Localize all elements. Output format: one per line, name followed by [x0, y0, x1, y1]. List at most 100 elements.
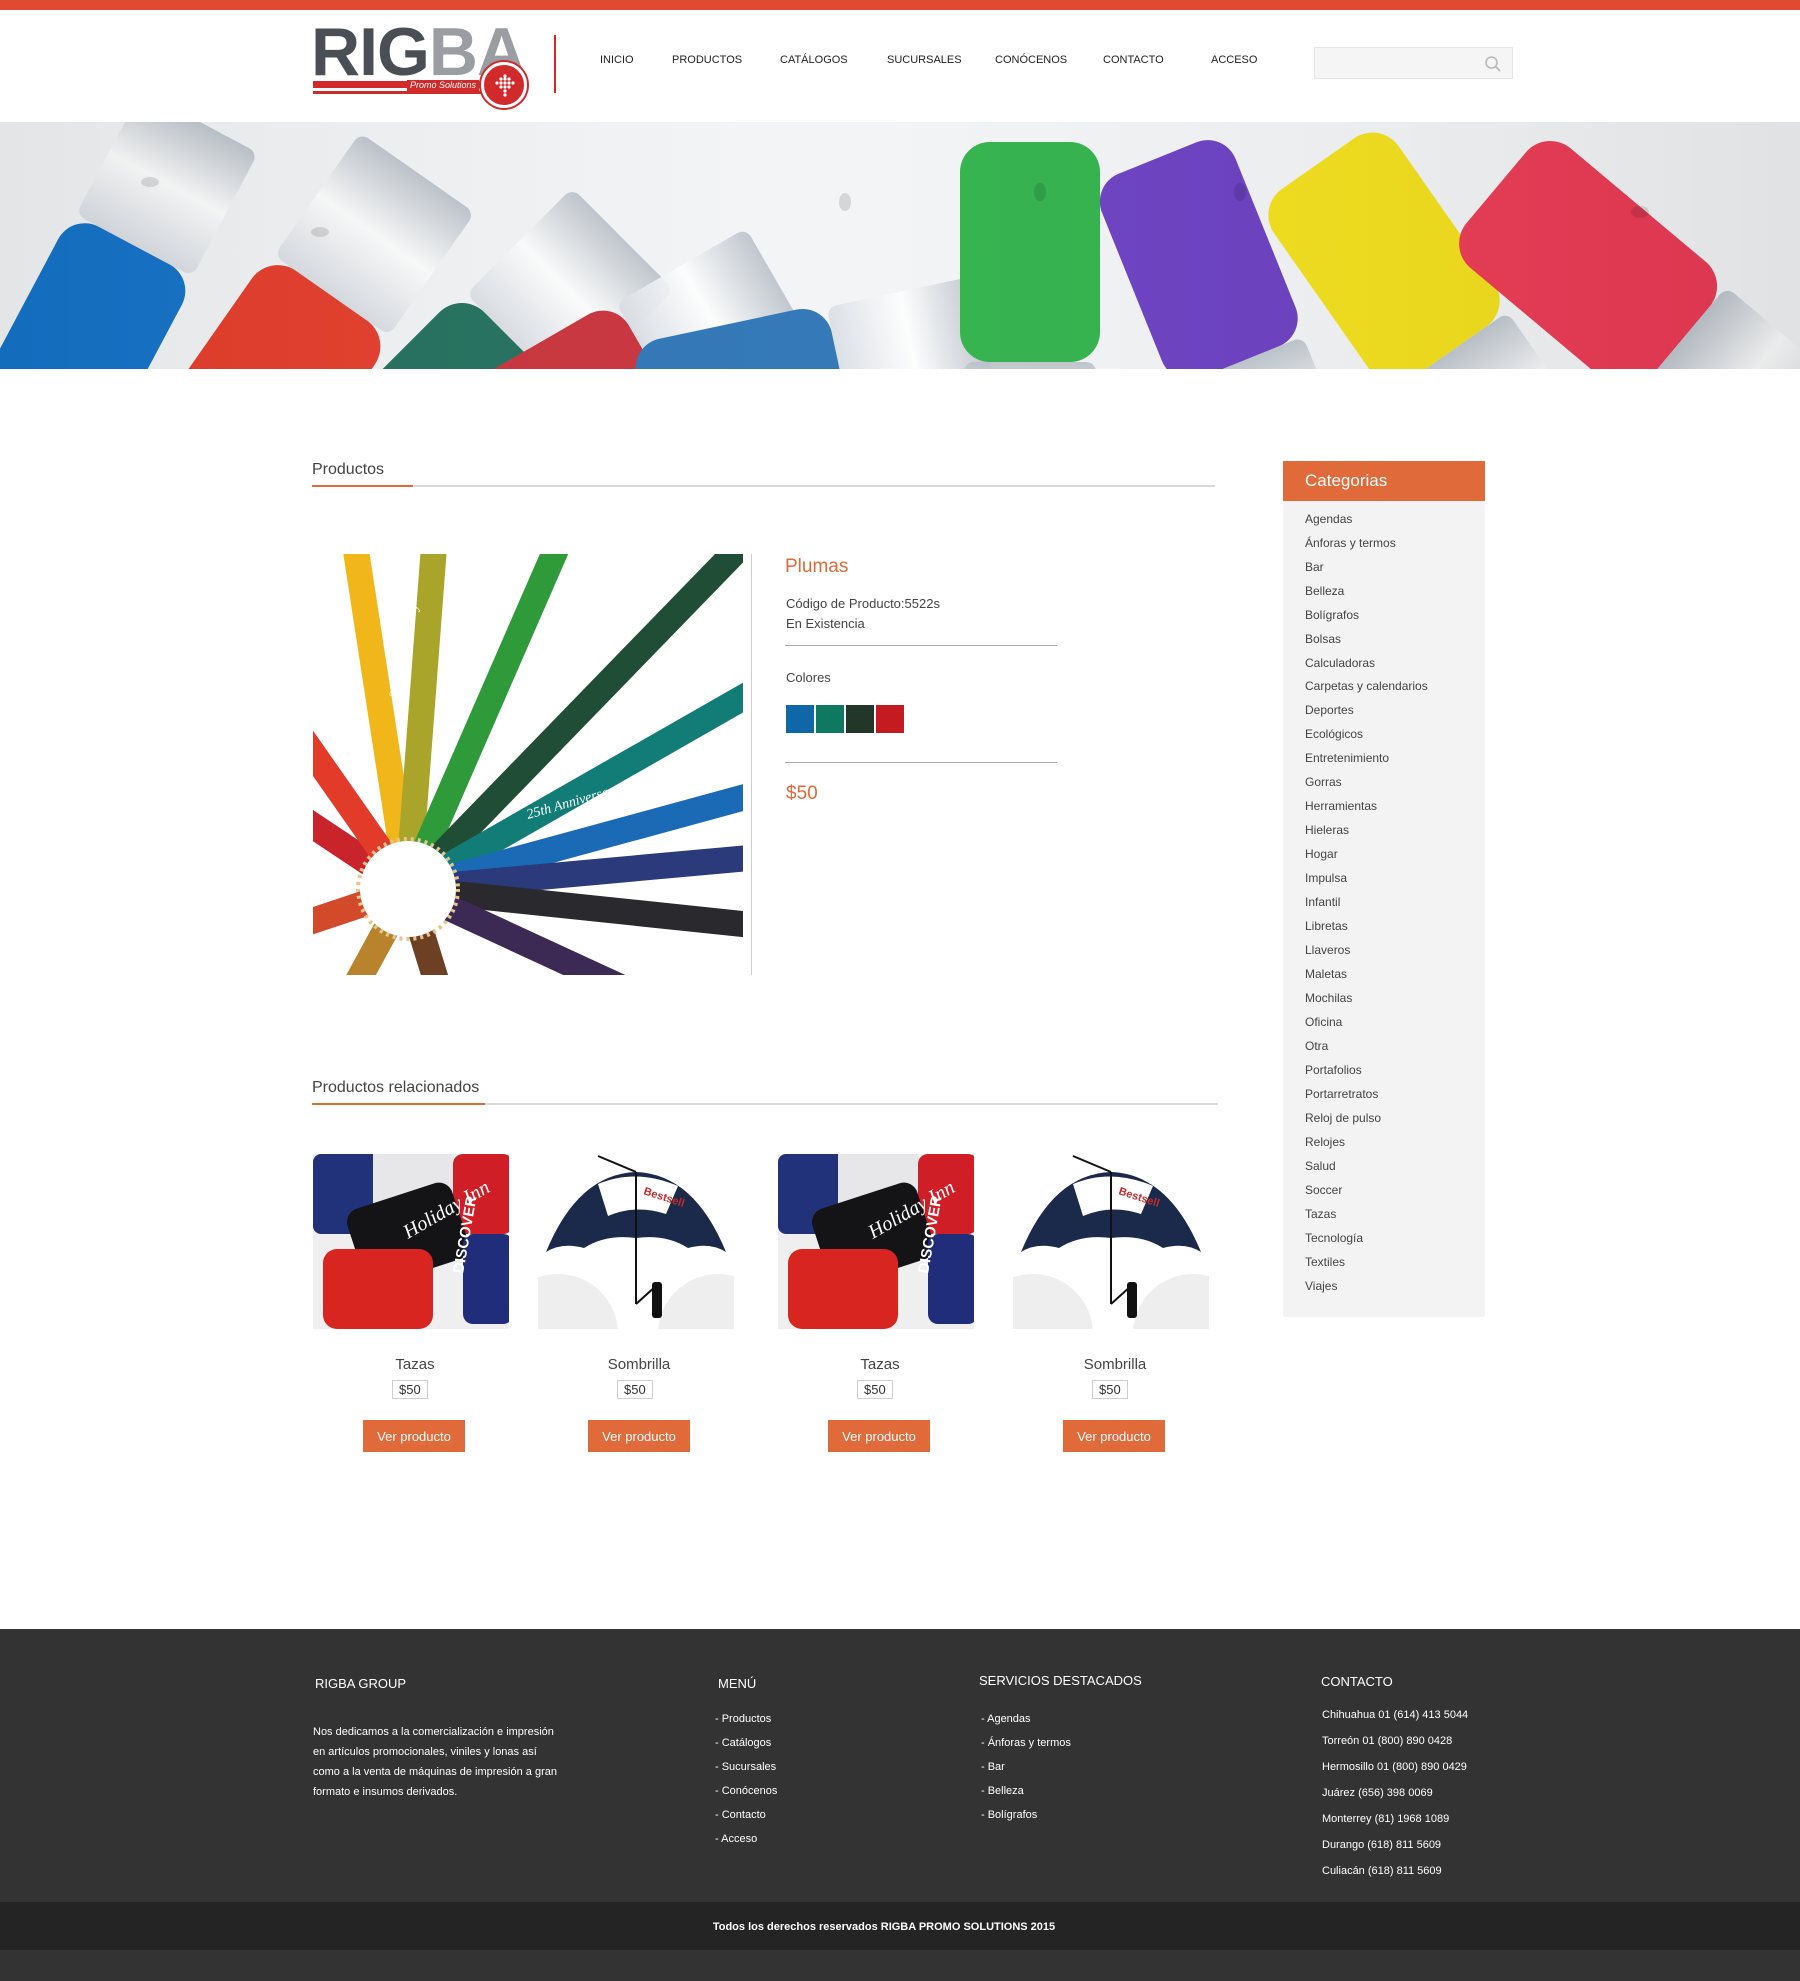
- category-link[interactable]: Bolsas: [1305, 632, 1341, 646]
- related-product-image[interactable]: Bestsell: [538, 1154, 734, 1329]
- product-divider: [751, 554, 752, 975]
- category-link[interactable]: Bolígrafos: [1305, 608, 1359, 622]
- logo-seal-icon: [481, 62, 527, 108]
- footer-menu-link[interactable]: - Sucursales: [715, 1761, 776, 1773]
- section-title-related: Productos relacionados: [312, 1079, 480, 1096]
- section-title-productos: Productos: [312, 461, 385, 478]
- search-icon[interactable]: [1484, 55, 1502, 73]
- category-link[interactable]: Tecnología: [1305, 1231, 1363, 1245]
- colors-label: Colores: [786, 670, 831, 685]
- category-link[interactable]: Otra: [1305, 1039, 1328, 1053]
- category-link[interactable]: Agendas: [1305, 512, 1352, 526]
- footer-service-link[interactable]: - Agendas: [981, 1713, 1031, 1725]
- related-product-name: Sombrilla: [1083, 1356, 1147, 1373]
- category-link[interactable]: Hogar: [1305, 847, 1338, 861]
- footer-service-link[interactable]: - Ánforas y termos: [981, 1737, 1071, 1749]
- nav-productos[interactable]: PRODUCTOS: [672, 54, 742, 66]
- footer-contact-phone: Torreón 01 (800) 890 0428: [1322, 1735, 1453, 1747]
- category-link[interactable]: Herramientas: [1305, 799, 1377, 813]
- footer-service-link[interactable]: - Bar: [981, 1761, 1005, 1773]
- view-product-button[interactable]: Ver producto: [588, 1420, 690, 1452]
- related-product-price: $50: [1092, 1380, 1128, 1399]
- related-product-name: Tazas: [395, 1356, 435, 1373]
- category-link[interactable]: Deportes: [1305, 703, 1354, 717]
- footer-contact-phone: Durango (618) 811 5609: [1322, 1839, 1442, 1851]
- category-link[interactable]: Viajes: [1305, 1279, 1337, 1293]
- footer-contact-phone: Monterrey (81) 1968 1089: [1322, 1813, 1450, 1825]
- related-product-name: Sombrilla: [607, 1356, 671, 1373]
- footer-about-title: RIGBA GROUP: [315, 1676, 407, 1691]
- footer-about-text: Nos dedicamos a la comercialización e im…: [313, 1726, 554, 1738]
- color-swatch-red[interactable]: [876, 705, 904, 733]
- category-link[interactable]: Relojes: [1305, 1135, 1345, 1149]
- footer-menu-link[interactable]: - Productos: [715, 1713, 771, 1725]
- category-link[interactable]: Textiles: [1305, 1255, 1345, 1269]
- product-image: 25th Anniversary 25th Anniversary: [313, 554, 743, 975]
- footer-service-link[interactable]: - Belleza: [981, 1785, 1024, 1797]
- category-link[interactable]: Portarretratos: [1305, 1087, 1378, 1101]
- category-link[interactable]: Portafolios: [1305, 1063, 1362, 1077]
- site-logo[interactable]: RIGBA Promo Solutions: [311, 18, 531, 112]
- category-link[interactable]: Entretenimiento: [1305, 751, 1389, 765]
- nav-sucursales[interactable]: SUCURSALES: [887, 54, 962, 66]
- site-footer: RIGBA GROUP Nos dedicamos a la comercial…: [0, 1629, 1800, 1902]
- category-link[interactable]: Bar: [1305, 560, 1324, 574]
- category-link[interactable]: Belleza: [1305, 584, 1344, 598]
- footer-about-text: como a la venta de máquinas de impresión…: [313, 1766, 557, 1778]
- header-divider: [554, 35, 556, 93]
- section-rule: [312, 485, 1215, 487]
- category-link[interactable]: Calculadoras: [1305, 656, 1375, 670]
- view-product-button[interactable]: Ver producto: [828, 1420, 930, 1452]
- top-accent-bar: [0, 0, 1800, 10]
- logo-tagline: Promo Solutions: [407, 80, 480, 91]
- category-link[interactable]: Ánforas y termos: [1305, 536, 1396, 550]
- color-swatch-blue[interactable]: [786, 705, 814, 733]
- color-swatch-dark-green[interactable]: [846, 705, 874, 733]
- category-link[interactable]: Ecológicos: [1305, 727, 1363, 741]
- category-link[interactable]: Llaveros: [1305, 943, 1350, 957]
- footer-menu-link[interactable]: - Contacto: [715, 1809, 766, 1821]
- detail-rule-2: [785, 762, 1057, 763]
- related-product-image[interactable]: Bestsell: [1013, 1154, 1209, 1329]
- nav-conocenos[interactable]: CONÓCENOS: [995, 54, 1067, 66]
- category-link[interactable]: Maletas: [1305, 967, 1347, 981]
- product-name: Plumas: [785, 556, 849, 577]
- search-input[interactable]: [1315, 48, 1475, 78]
- nav-inicio[interactable]: INICIO: [600, 54, 634, 66]
- category-link[interactable]: Oficina: [1305, 1015, 1342, 1029]
- view-product-button[interactable]: Ver producto: [1063, 1420, 1165, 1452]
- nav-contacto[interactable]: CONTACTO: [1103, 54, 1164, 66]
- category-link[interactable]: Infantil: [1305, 895, 1340, 909]
- categories-header: Categorias: [1283, 461, 1485, 501]
- category-link[interactable]: Carpetas y calendarios: [1305, 679, 1428, 693]
- related-product-image[interactable]: Holiday Inn DISCOVER: [778, 1154, 974, 1329]
- category-link[interactable]: Libretas: [1305, 919, 1348, 933]
- category-link[interactable]: Mochilas: [1305, 991, 1352, 1005]
- category-link[interactable]: Gorras: [1305, 775, 1342, 789]
- product-price: $50: [786, 783, 818, 804]
- category-link[interactable]: Impulsa: [1305, 871, 1347, 885]
- category-link[interactable]: Tazas: [1305, 1207, 1336, 1221]
- category-link[interactable]: Soccer: [1305, 1183, 1342, 1197]
- footer-service-link[interactable]: - Bolígrafos: [981, 1809, 1037, 1821]
- footer-contact-phone: Hermosillo 01 (800) 890 0429: [1322, 1761, 1467, 1773]
- related-rule: [312, 1103, 1218, 1105]
- category-link[interactable]: Hieleras: [1305, 823, 1349, 837]
- view-product-button[interactable]: Ver producto: [363, 1420, 465, 1452]
- nav-acceso[interactable]: ACCESO: [1211, 54, 1257, 66]
- footer-menu-link[interactable]: - Catálogos: [715, 1737, 771, 1749]
- footer-contact-phone: Culiacán (618) 811 5609: [1322, 1865, 1442, 1877]
- product-stock-status: En Existencia: [786, 616, 865, 631]
- category-link[interactable]: Salud: [1305, 1159, 1336, 1173]
- copyright-text: Todos los derechos reservados RIGBA PROM…: [712, 1921, 1056, 1933]
- hero-banner: [0, 122, 1800, 369]
- related-product-image[interactable]: Holiday Inn DISCOVER: [313, 1154, 509, 1329]
- category-link[interactable]: Reloj de pulso: [1305, 1111, 1381, 1125]
- footer-menu-link[interactable]: - Conócenos: [715, 1785, 777, 1797]
- detail-rule: [785, 645, 1057, 646]
- color-swatches: [786, 705, 904, 733]
- color-swatch-green[interactable]: [816, 705, 844, 733]
- related-product-price: $50: [857, 1380, 893, 1399]
- nav-catalogos[interactable]: CATÁLOGOS: [780, 54, 848, 66]
- footer-menu-link[interactable]: - Acceso: [715, 1833, 757, 1845]
